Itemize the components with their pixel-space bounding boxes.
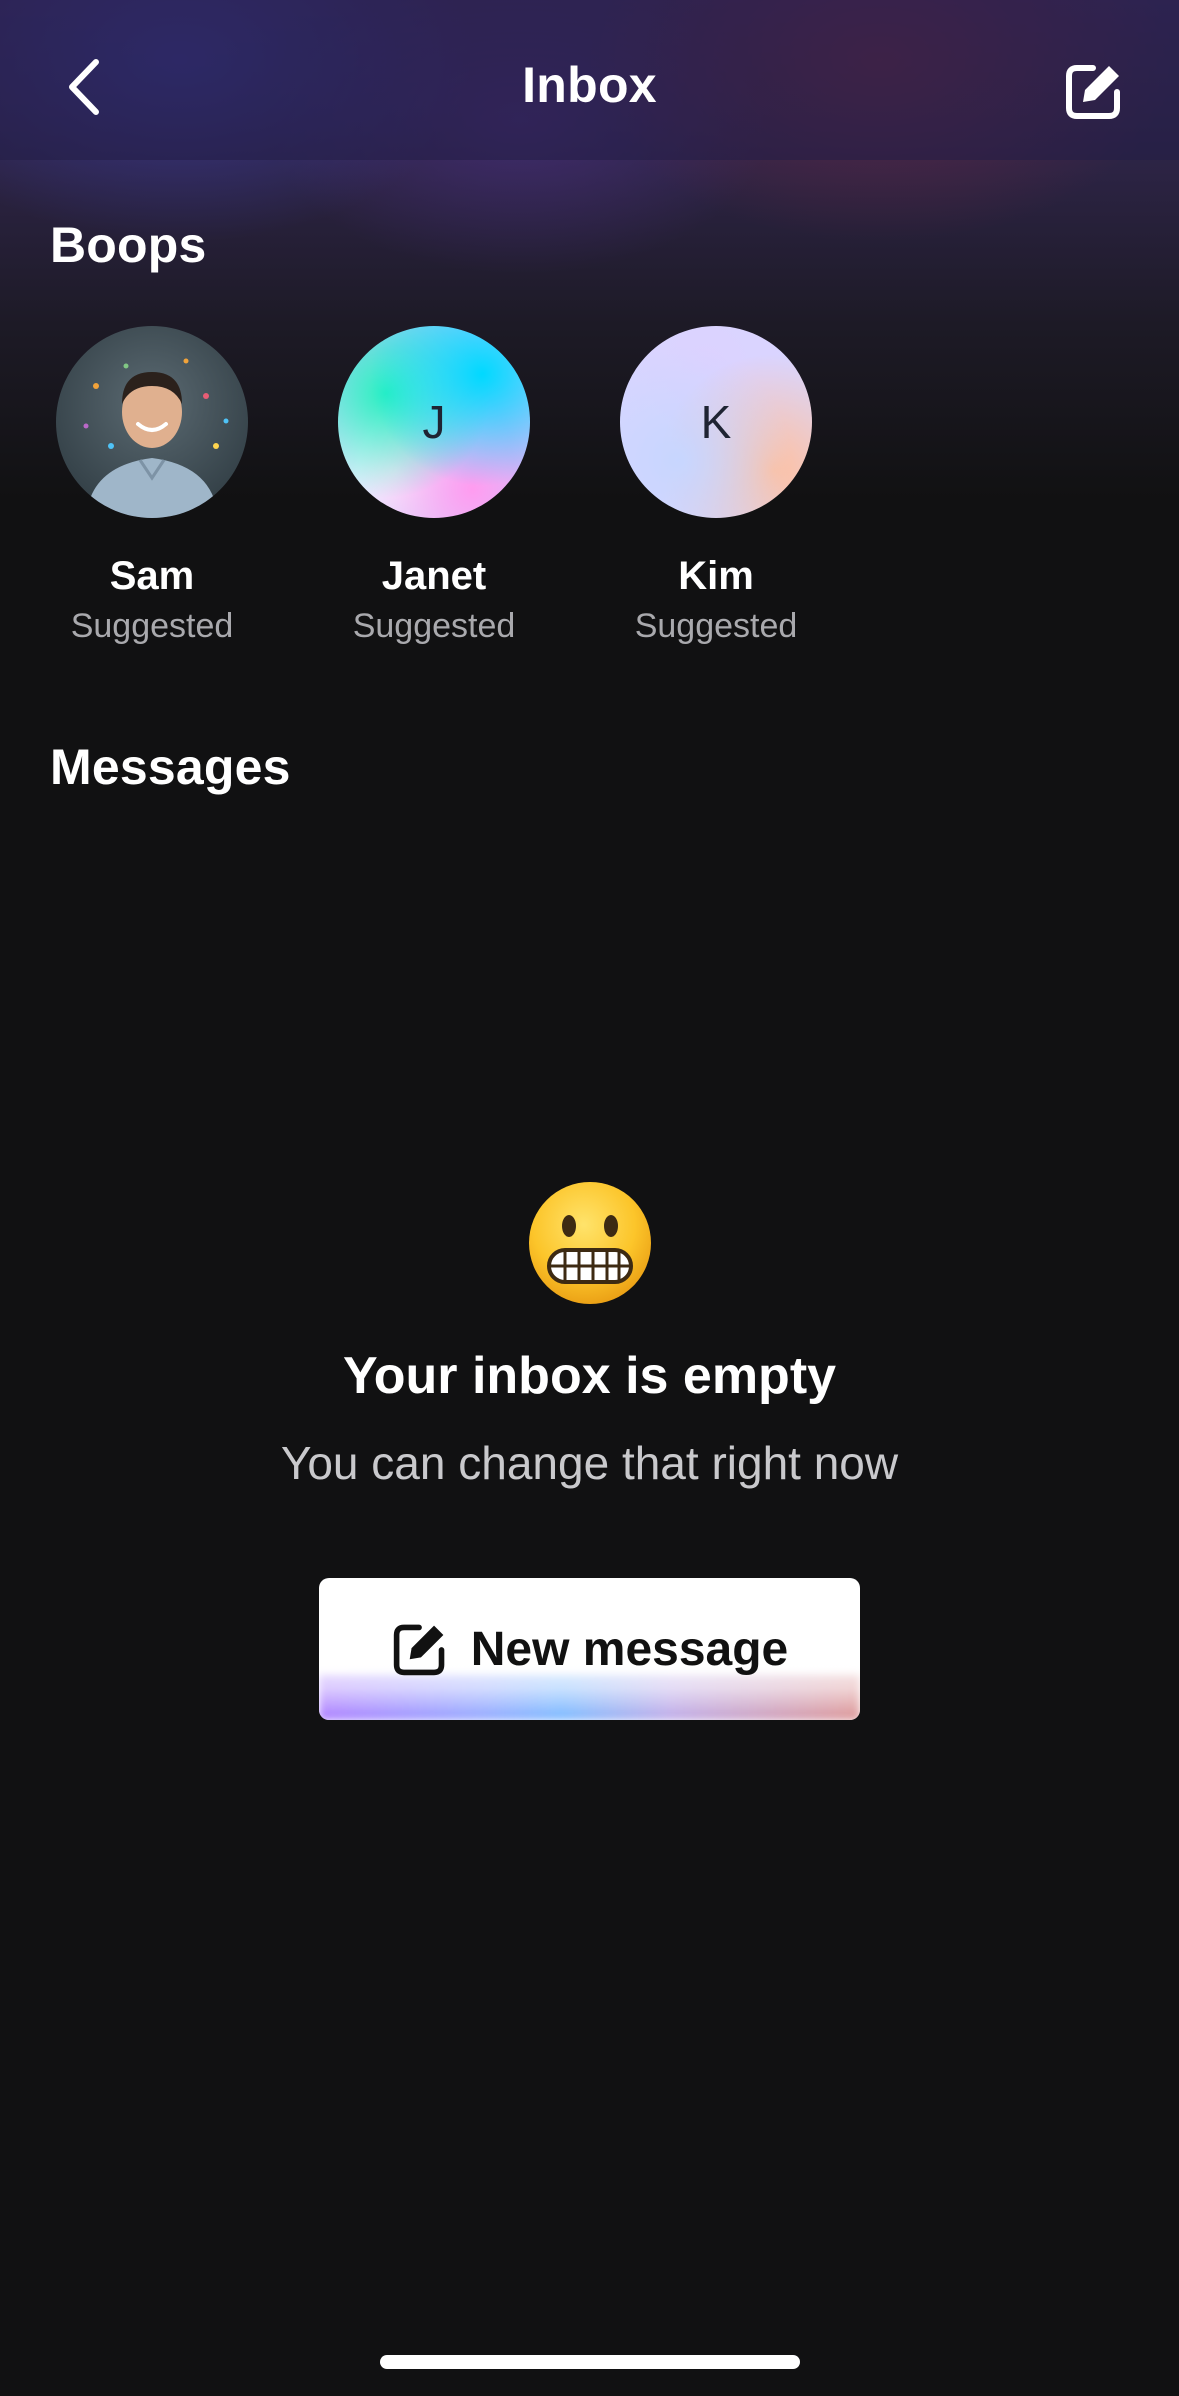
grimacing-face-icon — [527, 1180, 653, 1306]
empty-state-subtitle: You can change that right now — [280, 1437, 899, 1489]
boop-name: Janet — [381, 554, 487, 598]
person-photo-icon — [83, 358, 229, 518]
empty-state: Your inbox is empty You can change that … — [0, 1180, 1179, 1490]
compose-icon — [393, 1624, 445, 1676]
boop-status: Suggested — [634, 607, 798, 645]
navigation-bar: Inbox — [0, 0, 1179, 160]
home-indicator — [380, 2355, 800, 2369]
messages-section-title: Messages — [50, 739, 291, 795]
avatar — [56, 326, 248, 518]
boops-section-title: Boops — [50, 217, 207, 273]
boop-name: Kim — [678, 554, 754, 598]
page-title: Inbox — [522, 57, 657, 113]
avatar-initial: J — [422, 396, 446, 448]
compose-button[interactable] — [1059, 56, 1129, 126]
avatar: K — [620, 326, 812, 518]
compose-icon — [1066, 65, 1120, 119]
boops-list: Sam Suggested J Janet Suggested K Kim Su… — [0, 326, 1179, 656]
boop-item-kim[interactable]: K Kim Suggested — [596, 326, 836, 646]
avatar-initial: K — [700, 396, 732, 448]
new-message-button[interactable]: New message — [319, 1578, 860, 1720]
boop-status: Suggested — [70, 607, 234, 645]
boop-status: Suggested — [352, 607, 516, 645]
avatar: J — [338, 326, 530, 518]
boop-item-janet[interactable]: J Janet Suggested — [314, 326, 554, 646]
boop-name: Sam — [109, 554, 195, 598]
empty-state-title: Your inbox is empty — [342, 1347, 837, 1405]
new-message-label: New message — [470, 1622, 789, 1676]
boop-item-sam[interactable]: Sam Suggested — [32, 326, 272, 646]
